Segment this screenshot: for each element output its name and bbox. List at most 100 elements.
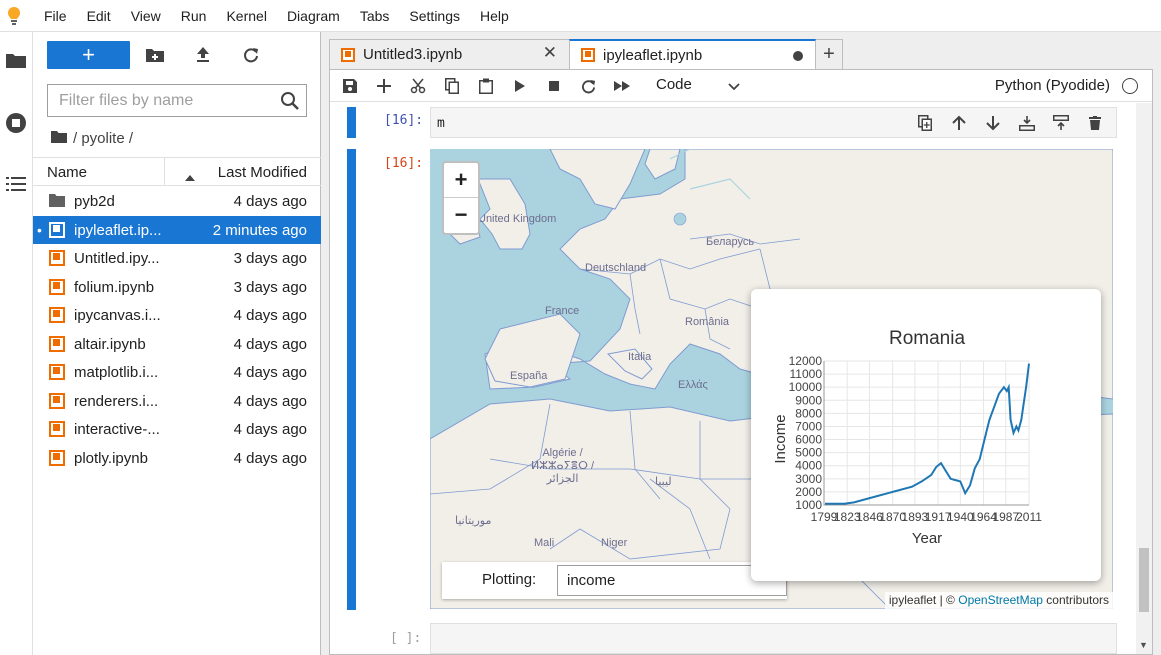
output-collapser[interactable] xyxy=(347,149,356,610)
y-tick-label: 2000 xyxy=(795,485,822,499)
filter-box xyxy=(47,84,307,117)
unsaved-dot-icon[interactable] xyxy=(793,51,803,61)
openstreetmap-link[interactable]: OpenStreetMap xyxy=(958,593,1043,607)
insert-cell-icon[interactable] xyxy=(373,76,395,96)
tab-ipyleaflet[interactable]: ipyleaflet.ipynb xyxy=(569,39,816,69)
code-cell-editor[interactable]: m xyxy=(430,107,1117,138)
save-icon[interactable] xyxy=(339,76,361,96)
map-label-mali: Mali xyxy=(534,537,555,549)
new-folder-icon[interactable] xyxy=(144,44,166,66)
breadcrumb-path[interactable]: / pyolite / xyxy=(73,130,133,147)
add-tab-button[interactable]: + xyxy=(815,39,843,69)
file-modified: 4 days ago xyxy=(233,421,307,438)
chart-popup: Romania 1000 2000 3000 4000 5000 6000 7000 8000… xyxy=(751,289,1101,581)
map-label-algeria: Algérie / ⵍⵣⵣⴰⵢⴻⵔ / الجزائر xyxy=(530,447,594,485)
menu-file[interactable]: File xyxy=(34,0,77,32)
insert-above-icon[interactable] xyxy=(1016,113,1038,133)
scroll-down-arrow-icon[interactable]: ▼ xyxy=(1139,640,1148,650)
column-last-modified-header[interactable]: Last Modified xyxy=(218,164,307,181)
delete-cell-icon[interactable] xyxy=(1084,113,1106,133)
file-name: interactive-... xyxy=(74,421,160,438)
column-name-header[interactable]: Name xyxy=(47,164,87,181)
duplicate-cell-icon[interactable] xyxy=(914,113,936,133)
file-row[interactable]: renderers.i... 4 days ago xyxy=(33,387,321,416)
map-label-romania: România xyxy=(685,316,730,328)
menu-diagram[interactable]: Diagram xyxy=(277,0,350,32)
document-tab-bar: Untitled3.ipynb ✕ ipyleaflet.ipynb + xyxy=(329,39,843,69)
new-launcher-button[interactable]: + xyxy=(47,41,130,69)
tab-untitled3[interactable]: Untitled3.ipynb ✕ xyxy=(329,39,570,69)
notebook-icon xyxy=(341,47,355,62)
file-browser: + / pyolite / Name Last Modified pyb2d 4 … xyxy=(33,32,321,655)
move-down-icon[interactable] xyxy=(982,113,1004,133)
notebook-icon xyxy=(49,278,65,295)
file-row[interactable]: ipycanvas.i... 4 days ago xyxy=(33,301,321,330)
x-axis-label: Year xyxy=(912,530,942,547)
file-modified: 4 days ago xyxy=(233,392,307,410)
y-axis-label: Income xyxy=(772,414,789,463)
file-row[interactable]: altair.ipynb 4 days ago xyxy=(33,330,321,359)
menu-bar: File Edit View Run Kernel Diagram Tabs S… xyxy=(0,0,1161,32)
leaflet-map[interactable]: United Kingdom Deutschland France España… xyxy=(430,149,1113,609)
column-divider[interactable] xyxy=(164,158,165,185)
side-tab-bar xyxy=(0,32,33,655)
notebook-icon xyxy=(49,250,65,266)
menu-edit[interactable]: Edit xyxy=(77,0,121,32)
file-row[interactable]: • ipyleaflet.ip... 2 minutes ago xyxy=(33,215,321,244)
cell-code[interactable]: m xyxy=(437,116,445,131)
file-name: Untitled.ipy... xyxy=(74,250,160,267)
file-row[interactable]: plotly.ipynb 4 days ago xyxy=(33,444,321,473)
notebook-scrollbar[interactable]: ▼ xyxy=(1136,103,1152,654)
menu-view[interactable]: View xyxy=(121,0,171,32)
plotting-control: Plotting: income xyxy=(442,562,787,599)
file-modified: 3 days ago xyxy=(233,278,307,296)
chevron-down-icon[interactable] xyxy=(728,78,740,94)
jupyter-logo-icon xyxy=(0,0,28,32)
file-row[interactable]: interactive-... 4 days ago xyxy=(33,415,321,444)
attribution-prefix: ipyleaflet | © xyxy=(888,593,955,607)
scrollbar-thumb[interactable] xyxy=(1139,548,1149,612)
file-row[interactable]: Untitled.ipy... 3 days ago xyxy=(33,244,321,273)
folder-icon[interactable] xyxy=(2,46,30,74)
upload-icon[interactable] xyxy=(192,44,214,66)
cell-type-select[interactable]: Code xyxy=(656,76,692,93)
input-collapser[interactable] xyxy=(347,107,356,138)
zoom-in-button[interactable]: + xyxy=(444,163,478,198)
file-row[interactable]: pyb2d 4 days ago xyxy=(33,187,321,216)
refresh-icon[interactable] xyxy=(240,44,262,66)
file-list-header: Name Last Modified xyxy=(33,157,321,186)
menu-run[interactable]: Run xyxy=(171,0,217,32)
restart-icon[interactable] xyxy=(577,76,599,96)
cut-icon[interactable] xyxy=(407,76,429,96)
search-icon[interactable] xyxy=(280,91,300,111)
stop-icon[interactable] xyxy=(543,76,565,96)
menu-kernel[interactable]: Kernel xyxy=(216,0,276,32)
home-folder-icon[interactable] xyxy=(51,130,67,147)
move-up-icon[interactable] xyxy=(948,113,970,133)
tab-label: Untitled3.ipynb xyxy=(363,46,463,63)
menu-help[interactable]: Help xyxy=(470,0,519,32)
fast-forward-icon[interactable] xyxy=(611,76,633,96)
file-modified: 4 days ago xyxy=(233,335,307,353)
main-dock-area: Untitled3.ipynb ✕ ipyleaflet.ipynb + Cod… xyxy=(321,32,1161,655)
running-kernels-icon[interactable] xyxy=(2,109,30,137)
menu-tabs[interactable]: Tabs xyxy=(350,0,400,32)
file-row[interactable]: folium.ipynb 3 days ago xyxy=(33,273,321,302)
paste-icon[interactable] xyxy=(475,76,497,96)
run-icon[interactable] xyxy=(509,76,531,96)
close-icon[interactable]: ✕ xyxy=(543,43,557,63)
table-of-contents-icon[interactable] xyxy=(2,170,30,198)
y-tick-label: 12000 xyxy=(789,354,823,368)
y-tick-label: 4000 xyxy=(795,459,822,473)
copy-icon[interactable] xyxy=(441,76,463,96)
filter-files-input[interactable] xyxy=(48,85,273,116)
income-series-line xyxy=(825,363,1030,505)
file-row[interactable]: matplotlib.i... 4 days ago xyxy=(33,358,321,387)
empty-code-cell[interactable] xyxy=(430,623,1117,654)
kernel-name[interactable]: Python (Pyodide) xyxy=(995,77,1110,94)
kernel-idle-icon xyxy=(1122,78,1138,94)
zoom-out-button[interactable]: − xyxy=(444,198,478,233)
menu-settings[interactable]: Settings xyxy=(399,0,470,32)
insert-below-icon[interactable] xyxy=(1050,113,1072,133)
sort-ascending-icon[interactable] xyxy=(185,168,195,185)
